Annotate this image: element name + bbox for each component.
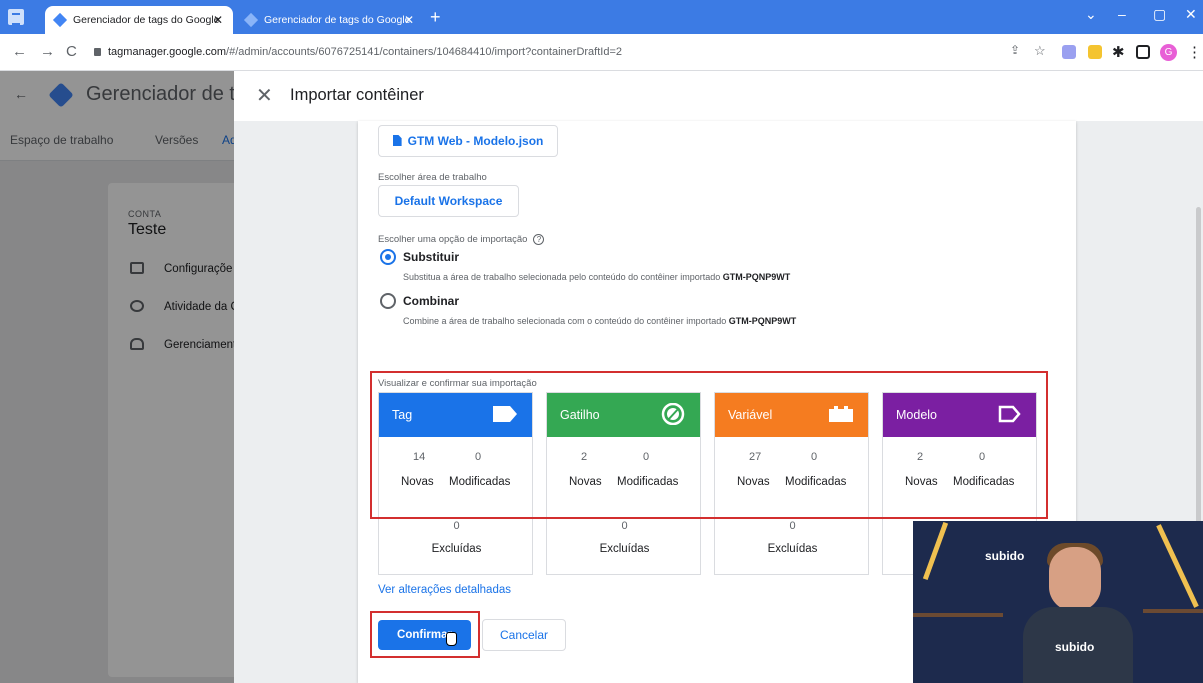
deleted-caption: Excluídas xyxy=(767,543,818,555)
shelf xyxy=(913,613,1003,617)
browser-tab[interactable]: Gerenciador de tags do Google ✕ xyxy=(236,6,424,34)
file-button-label: GTM Web - Modelo.json xyxy=(407,134,544,148)
modal-scrim xyxy=(0,71,234,683)
menu-kebab-icon[interactable]: ⋮ xyxy=(1187,43,1202,61)
import-option-label-text: Escolher uma opção de importação xyxy=(378,234,528,245)
panel-title: Importar contêiner xyxy=(290,86,424,104)
extensions-puzzle-icon[interactable]: ✱ xyxy=(1112,43,1125,61)
option-desc-text: Substitua a área de trabalho selecionada… xyxy=(403,272,721,282)
import-option-label: Escolher uma opção de importação? xyxy=(378,234,545,245)
new-tab-icon[interactable]: + xyxy=(430,6,441,28)
radio-substituir[interactable] xyxy=(380,249,396,265)
deleted-count: 0 xyxy=(789,520,796,532)
workspace-button[interactable]: Default Workspace xyxy=(378,185,519,217)
deleted-caption: Excluídas xyxy=(431,543,482,555)
gtm-favicon-icon xyxy=(243,12,259,28)
close-window-icon[interactable]: ✕ xyxy=(1185,6,1197,23)
webcam-logo: subido xyxy=(985,549,1025,563)
url-path: /#/admin/accounts/6076725141/containers/… xyxy=(226,46,622,58)
bookmark-star-icon[interactable]: ☆ xyxy=(1034,43,1046,59)
option-title: Substituir xyxy=(403,250,459,264)
option-desc-text: Combine a área de trabalho selecionada c… xyxy=(403,316,727,326)
minimize-icon[interactable]: – xyxy=(1118,6,1126,22)
view-detailed-changes-link[interactable]: Ver alterações detalhadas xyxy=(378,584,511,596)
shirt-logo: subido xyxy=(1055,640,1095,654)
tab-search-icon[interactable] xyxy=(8,9,24,25)
browser-tab-active[interactable]: Gerenciador de tags do Google ✕ xyxy=(45,6,233,34)
maximize-icon[interactable]: ▢ xyxy=(1153,6,1166,23)
cancel-button[interactable]: Cancelar xyxy=(482,619,566,651)
deleted-count: 0 xyxy=(453,520,460,532)
close-icon[interactable]: ✕ xyxy=(256,83,273,108)
tab-title: Gerenciador de tags do Google xyxy=(73,14,220,26)
reload-icon[interactable]: C xyxy=(66,43,77,60)
file-icon xyxy=(392,135,402,146)
extension-icon[interactable] xyxy=(1062,45,1076,59)
webcam-overlay: subido subido xyxy=(913,521,1203,683)
container-id: GTM-PQNP9WT xyxy=(722,272,791,282)
highlight-box-preview xyxy=(370,371,1048,519)
close-tab-icon[interactable]: ✕ xyxy=(404,6,414,34)
workspace-label: Escolher área de trabalho xyxy=(378,172,487,183)
deleted-caption: Excluídas xyxy=(599,543,650,555)
tab-title: Gerenciador de tags do Google xyxy=(264,14,411,26)
highlight-box-confirm xyxy=(370,611,480,658)
lock-icon xyxy=(94,48,101,56)
side-panel-icon[interactable] xyxy=(1136,45,1150,59)
browser-tab-strip: Gerenciador de tags do Google ✕ Gerencia… xyxy=(0,0,1203,34)
chevron-down-icon[interactable]: ⌄ xyxy=(1085,6,1097,23)
radio-combinar[interactable] xyxy=(380,293,396,309)
extension-icon[interactable] xyxy=(1088,45,1102,59)
container-id: GTM-PQNP9WT xyxy=(728,316,797,326)
option-title: Combinar xyxy=(403,294,460,308)
share-icon[interactable]: ⇪ xyxy=(1010,43,1020,57)
person-head xyxy=(1049,547,1101,611)
option-description: Combine a área de trabalho selecionada c… xyxy=(403,316,796,326)
gtm-favicon-icon xyxy=(52,12,68,28)
close-tab-icon[interactable]: ✕ xyxy=(213,6,223,34)
help-icon[interactable]: ? xyxy=(533,234,545,245)
light-stripe xyxy=(1156,524,1199,608)
option-description: Substitua a área de trabalho selecionada… xyxy=(403,272,790,282)
file-button[interactable]: GTM Web - Modelo.json xyxy=(378,125,558,157)
panel-header: ✕ Importar contêiner xyxy=(234,71,1203,121)
url-host: tagmanager.google.com xyxy=(108,46,227,58)
url-field[interactable]: tagmanager.google.com/#/admin/accounts/6… xyxy=(90,40,990,65)
shelf xyxy=(1143,609,1203,613)
deleted-count: 0 xyxy=(621,520,628,532)
forward-arrow-icon[interactable]: → xyxy=(40,43,55,60)
back-arrow-icon[interactable]: ← xyxy=(12,43,27,60)
address-bar-row: ← → C tagmanager.google.com/#/admin/acco… xyxy=(0,34,1203,71)
profile-avatar[interactable]: G xyxy=(1160,44,1177,61)
light-stripe xyxy=(922,521,949,581)
